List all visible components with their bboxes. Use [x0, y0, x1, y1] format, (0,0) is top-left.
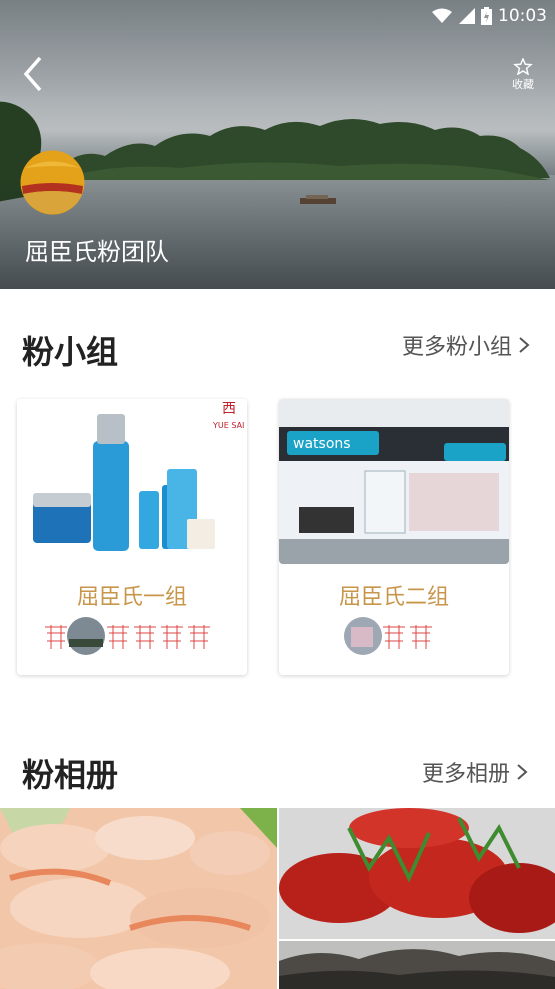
store-image: watsons	[279, 399, 509, 564]
more-groups-link[interactable]: 更多粉小组	[402, 329, 530, 361]
group-card-2[interactable]: watsons 屈臣氏二组	[279, 399, 509, 675]
team-avatar[interactable]	[20, 150, 85, 215]
member-avatars	[17, 615, 247, 657]
album-shrimp[interactable]	[0, 808, 277, 989]
svg-text:西: 西	[222, 401, 236, 417]
brand-mark: YUE SAI	[213, 421, 245, 430]
wifi-icon	[432, 8, 452, 23]
more-albums-link[interactable]: 更多相册	[422, 756, 528, 788]
album-crayfish[interactable]	[279, 808, 555, 939]
group-name: 屈臣氏一组	[76, 585, 187, 610]
group-1-image: 西 YUE SAI	[17, 399, 247, 564]
album-landscape[interactable]	[279, 941, 555, 989]
more-groups-label: 更多粉小组	[402, 335, 513, 360]
group-name: 屈臣氏二组	[338, 585, 449, 610]
favorite-button[interactable]: 收藏	[505, 58, 541, 92]
back-button[interactable]	[18, 54, 52, 94]
team-name: 屈臣氏粉团队	[25, 238, 169, 266]
battery-icon	[481, 7, 492, 25]
more-albums-label: 更多相册	[422, 762, 511, 787]
shrimp-image	[0, 808, 277, 989]
favorite-label: 收藏	[512, 78, 534, 91]
store-sign: watsons	[293, 436, 351, 452]
chevron-right-icon	[517, 764, 528, 780]
status-bar: 10:03	[0, 0, 555, 32]
groups-section-title: 粉小组	[22, 333, 119, 371]
group-2-image: watsons	[279, 399, 509, 564]
member-avatar-row	[344, 617, 432, 655]
chevron-left-icon	[23, 56, 42, 92]
member-avatars	[279, 615, 509, 657]
chevron-right-icon	[519, 337, 530, 353]
star-icon	[513, 58, 533, 75]
status-time: 10:03	[498, 6, 547, 26]
crayfish-image	[279, 808, 555, 939]
signal-icon	[459, 8, 475, 24]
landscape-image	[279, 941, 555, 989]
member-avatar-row	[45, 617, 210, 655]
group-card-1[interactable]: 西 YUE SAI 屈臣氏一组	[17, 399, 247, 675]
albums-section-title: 粉相册	[22, 756, 119, 794]
